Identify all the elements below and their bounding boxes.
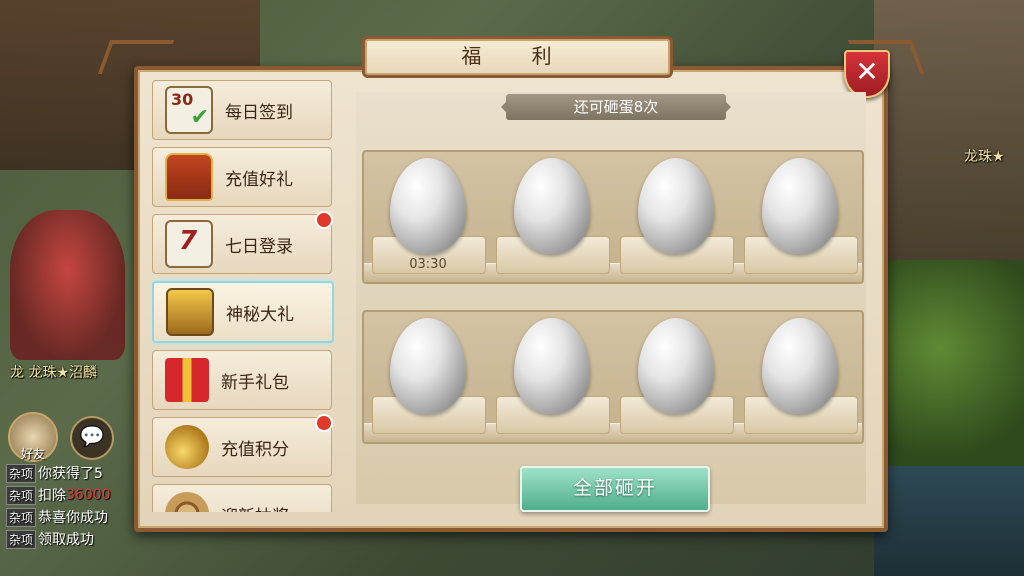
lottery-wheel-icon — [165, 492, 209, 512]
friends-label: 好友 — [20, 447, 45, 461]
silver-egg[interactable] — [514, 318, 590, 414]
gold-coins-icon — [165, 425, 209, 469]
egg-slot[interactable] — [620, 312, 734, 442]
egg-slot[interactable] — [620, 152, 734, 282]
calendar-check-icon: 30 ✔ — [165, 86, 213, 134]
chat-text: 恭喜你成功 — [38, 510, 109, 526]
notification-dot — [315, 414, 333, 432]
player-character[interactable] — [10, 210, 125, 360]
notification-dot — [315, 211, 333, 229]
sidebar-item-recharge-points[interactable]: 充值积分 — [152, 414, 333, 477]
chat-bubble-icon[interactable]: 💬 — [70, 416, 114, 460]
egg-slot[interactable] — [744, 312, 858, 442]
silver-egg[interactable] — [390, 158, 466, 254]
silver-egg[interactable] — [762, 318, 838, 414]
egg-slot[interactable] — [372, 312, 486, 442]
silver-egg[interactable] — [514, 158, 590, 254]
chat-tag: 杂项 — [6, 485, 37, 505]
sidebar-item-seven-day-login[interactable]: 7 七日登录 — [152, 211, 333, 274]
chat-tag: 杂项 — [6, 529, 37, 549]
player-name-right: 龙珠★ — [964, 149, 1005, 165]
sidebar-item-label: 迎新抽奖 — [221, 502, 289, 513]
sidebar-item-daily-signin[interactable]: 30 ✔ 每日签到 — [152, 80, 332, 140]
sidebar-item-welcome-lottery[interactable]: 迎新抽奖 — [152, 484, 332, 512]
dialog-title: 福 利 — [362, 36, 673, 78]
player-name-left: 龙 龙珠★沼麟 — [10, 365, 98, 381]
smash-all-button[interactable]: 全部砸开 — [520, 466, 710, 512]
silver-egg[interactable] — [638, 158, 714, 254]
remaining-smashes: 还可砸蛋8次 — [501, 94, 731, 120]
welfare-dialog: 福 利 ✕ 30 ✔ 每日签到 充值好礼 7 七日登录 神秘大礼 新手礼包 充值积… — [97, 36, 925, 532]
frame-corner-ornament — [97, 40, 175, 74]
gold-chest-icon — [166, 288, 214, 336]
egg-shelf-top: 03:30 — [362, 150, 864, 284]
close-button[interactable]: ✕ — [844, 50, 890, 98]
egg-slot[interactable] — [744, 152, 858, 282]
egg-smash-panel: 还可砸蛋8次 03:30 全部砸开 — [356, 92, 866, 512]
sidebar-item-label: 充值积分 — [221, 439, 289, 460]
sidebar-item-label: 新手礼包 — [221, 372, 289, 393]
friends-button[interactable]: 好友 — [8, 412, 58, 462]
chat-text: 领取成功 — [38, 532, 95, 548]
chat-text: 你获得了5 — [38, 466, 103, 482]
sidebar-item-recharge-gift[interactable]: 充值好礼 — [152, 147, 332, 207]
calendar-seven-icon: 7 — [165, 220, 213, 268]
sidebar-item-newbie-pack[interactable]: 新手礼包 — [152, 350, 332, 410]
chat-amount: 36000 — [66, 487, 111, 503]
sidebar-item-label: 神秘大礼 — [226, 304, 294, 325]
egg-timer: 03:30 — [409, 257, 447, 272]
chat-tag: 杂项 — [6, 507, 37, 527]
egg-slot[interactable]: 03:30 — [372, 152, 486, 282]
treasure-chest-icon — [165, 153, 213, 201]
egg-slot[interactable] — [496, 312, 610, 442]
sidebar-item-label: 充值好礼 — [225, 169, 293, 190]
silver-egg[interactable] — [762, 158, 838, 254]
silver-egg[interactable] — [390, 318, 466, 414]
egg-shelf-bottom — [362, 310, 864, 444]
chat-text: 扣除 — [38, 488, 67, 504]
sidebar-item-label: 七日登录 — [225, 236, 293, 257]
gift-box-icon — [165, 358, 209, 402]
silver-egg[interactable] — [638, 318, 714, 414]
sidebar-item-mystery-gift[interactable]: 神秘大礼 — [152, 281, 334, 343]
chat-tag: 杂项 — [6, 463, 37, 483]
welfare-sidebar: 30✔ 每日签到 充值好礼 7 七日登录 神秘大礼 新手礼包 充值积分 迎新抽奖 — [152, 80, 334, 512]
egg-slot[interactable] — [496, 152, 610, 282]
calendar-day-number: 7 — [179, 226, 198, 256]
sidebar-item-label: 每日签到 — [225, 102, 293, 123]
